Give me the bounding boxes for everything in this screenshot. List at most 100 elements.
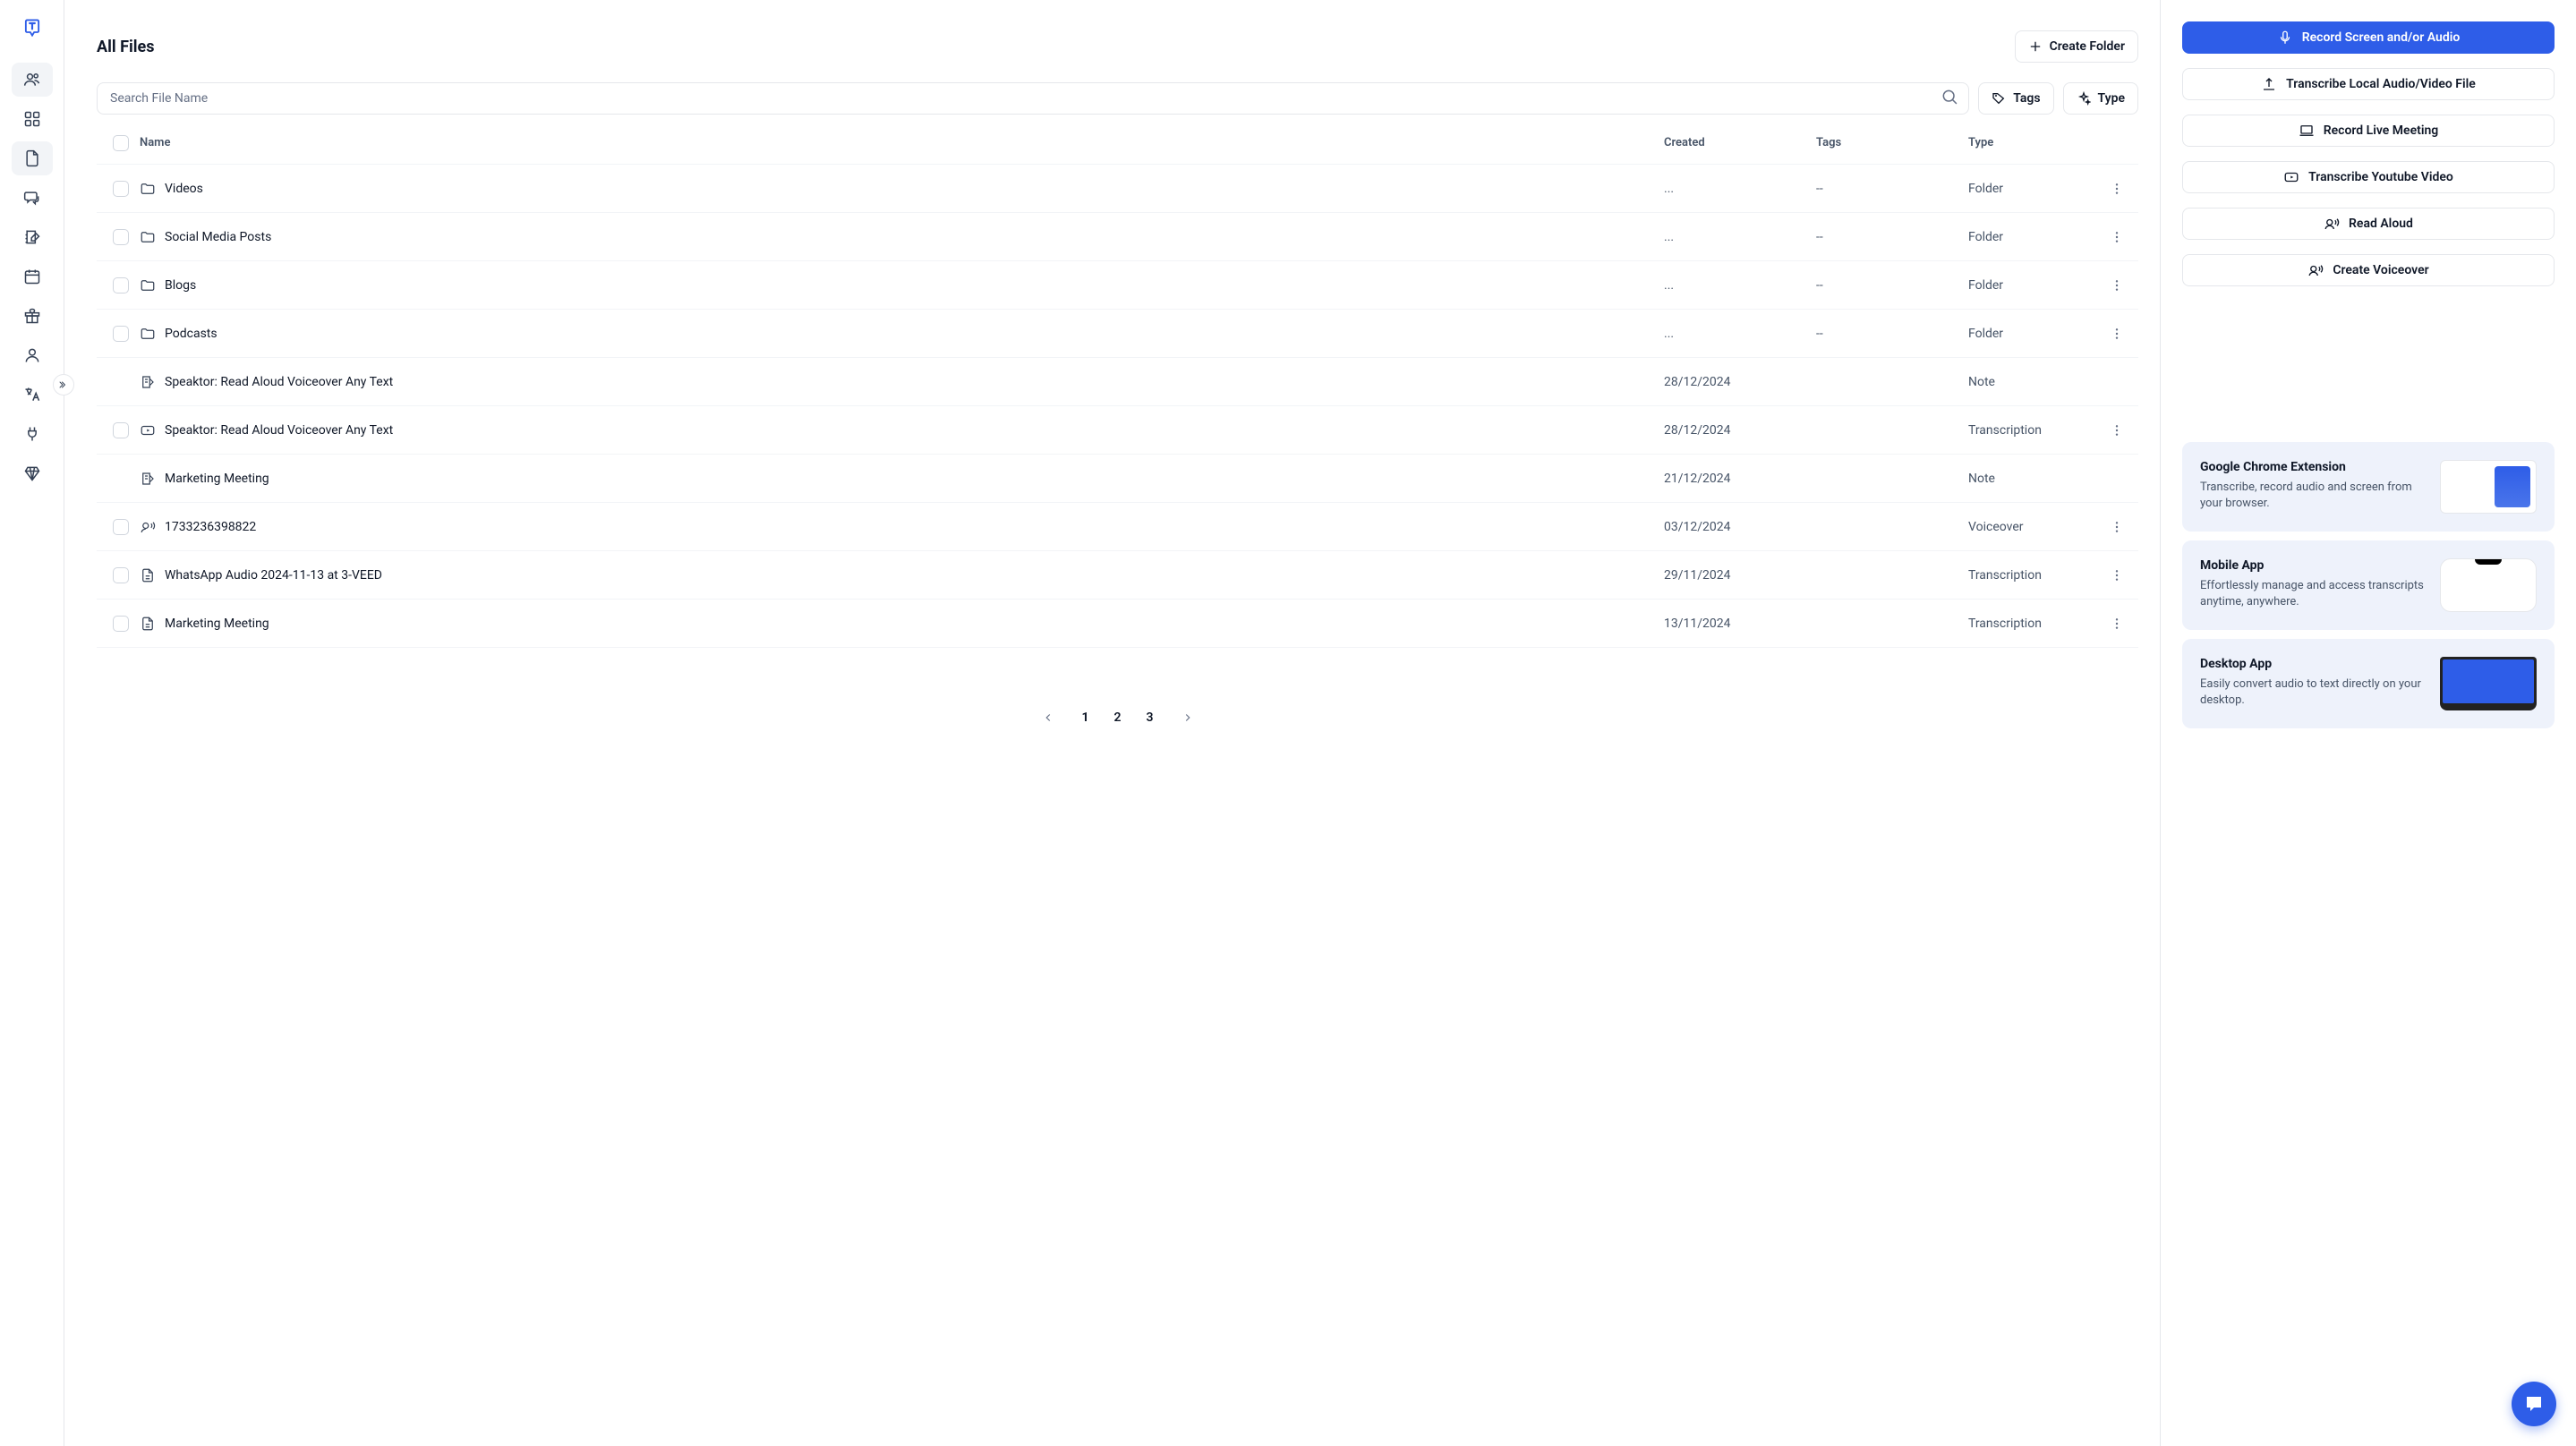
type-filter-button[interactable]: Type <box>2063 82 2138 115</box>
row-type: Voiceover <box>1968 520 2103 534</box>
table-row[interactable]: Social Media Posts...--Folder <box>97 213 2138 261</box>
table-row[interactable]: Videos...--Folder <box>97 165 2138 213</box>
row-type: Note <box>1968 375 2103 389</box>
row-more-button[interactable] <box>2103 174 2131 203</box>
chat-fab[interactable] <box>2512 1382 2556 1426</box>
table-row[interactable]: WhatsApp Audio 2024-11-13 at 3-VEED29/11… <box>97 551 2138 600</box>
row-checkbox[interactable] <box>113 277 129 293</box>
row-name: 1733236398822 <box>140 519 1664 535</box>
upload-icon <box>2261 76 2277 92</box>
row-type: Folder <box>1968 278 2103 293</box>
sidebar-item-chat[interactable] <box>12 181 53 215</box>
create-folder-button[interactable]: Create Folder <box>2015 30 2138 63</box>
table-row[interactable]: Speaktor: Read Aloud Voiceover Any Text2… <box>97 406 2138 455</box>
transcribe-local-button[interactable]: Transcribe Local Audio/Video File <box>2182 68 2555 100</box>
sidebar-item-plug[interactable] <box>12 417 53 451</box>
sidebar-item-dashboard[interactable] <box>12 102 53 136</box>
row-checkbox[interactable] <box>113 567 129 583</box>
pagination-prev[interactable] <box>1032 702 1064 734</box>
table-row[interactable]: Marketing Meeting21/12/2024Note <box>97 455 2138 503</box>
row-checkbox[interactable] <box>113 229 129 245</box>
row-name: Social Media Posts <box>140 229 1664 245</box>
row-more-button[interactable] <box>2103 319 2131 348</box>
table-row[interactable]: Speaktor: Read Aloud Voiceover Any Text2… <box>97 358 2138 406</box>
transcribe-youtube-button[interactable]: Transcribe Youtube Video <box>2182 161 2555 193</box>
youtube-icon <box>2283 169 2299 185</box>
sidebar-item-diamond[interactable] <box>12 456 53 490</box>
app-logo <box>12 4 53 52</box>
row-tags: -- <box>1816 182 1968 196</box>
promo-image <box>2440 460 2537 514</box>
sidebar-item-translate[interactable] <box>12 378 53 412</box>
row-more-button[interactable] <box>2103 513 2131 541</box>
pagination-page-3[interactable]: 3 <box>1134 702 1166 734</box>
sparkle-icon <box>2077 91 2091 106</box>
table-row[interactable]: Marketing Meeting13/11/2024Transcription <box>97 600 2138 648</box>
pagination-page-2[interactable]: 2 <box>1102 702 1134 734</box>
promo-desc: Easily convert audio to text directly on… <box>2200 676 2427 709</box>
row-more-button[interactable] <box>2103 609 2131 638</box>
record-screen-button[interactable]: Record Screen and/or Audio <box>2182 21 2555 54</box>
row-more-button[interactable] <box>2103 223 2131 251</box>
promo-card[interactable]: Google Chrome ExtensionTranscribe, recor… <box>2182 442 2555 532</box>
table-row[interactable]: Podcasts...--Folder <box>97 310 2138 358</box>
row-name: Speaktor: Read Aloud Voiceover Any Text <box>140 374 1664 390</box>
row-checkbox[interactable] <box>113 422 129 438</box>
row-type: Transcription <box>1968 423 2103 438</box>
mic-icon <box>2277 30 2293 46</box>
speak-icon <box>2324 216 2340 232</box>
type-filter-label: Type <box>2098 91 2125 106</box>
row-type: Note <box>1968 472 2103 486</box>
row-created: ... <box>1664 182 1816 196</box>
plus-icon <box>2028 39 2043 54</box>
sidebar-rail <box>0 0 64 1446</box>
tag-icon <box>1992 91 2006 106</box>
row-created: 13/11/2024 <box>1664 617 1816 631</box>
row-created: 29/11/2024 <box>1664 568 1816 583</box>
search-icon <box>1941 88 1958 109</box>
select-all-checkbox[interactable] <box>113 135 129 151</box>
promo-card[interactable]: Desktop AppEasily convert audio to text … <box>2182 639 2555 728</box>
main-content: All Files Create Folder Tags Type <box>64 0 2161 1446</box>
row-checkbox[interactable] <box>113 326 129 342</box>
row-checkbox[interactable] <box>113 519 129 535</box>
pagination-next[interactable] <box>1172 702 1204 734</box>
row-tags: -- <box>1816 327 1968 341</box>
tags-filter-button[interactable]: Tags <box>1978 82 2053 115</box>
col-tags: Tags <box>1816 136 1968 149</box>
row-type: Folder <box>1968 182 2103 196</box>
row-type: Transcription <box>1968 617 2103 631</box>
search-input[interactable] <box>97 82 1969 115</box>
row-name: Videos <box>140 181 1664 197</box>
sidebar-item-files[interactable] <box>12 141 53 175</box>
row-type: Transcription <box>1968 568 2103 583</box>
promo-desc: Effortlessly manage and access transcrip… <box>2200 578 2427 610</box>
row-created: ... <box>1664 278 1816 293</box>
promo-image <box>2440 657 2537 710</box>
files-table: Name Created Tags Type Videos...--Folder… <box>97 122 2138 648</box>
create-voiceover-button[interactable]: Create Voiceover <box>2182 254 2555 286</box>
promo-card[interactable]: Mobile AppEffortlessly manage and access… <box>2182 540 2555 630</box>
row-more-button[interactable] <box>2103 561 2131 590</box>
row-name: Speaktor: Read Aloud Voiceover Any Text <box>140 422 1664 438</box>
sidebar-item-notes[interactable] <box>12 220 53 254</box>
table-row[interactable]: 173323639882203/12/2024Voiceover <box>97 503 2138 551</box>
table-row[interactable]: Blogs...--Folder <box>97 261 2138 310</box>
read-aloud-button[interactable]: Read Aloud <box>2182 208 2555 240</box>
sidebar-item-profile[interactable] <box>12 338 53 372</box>
pagination: 123 <box>97 702 2138 734</box>
sidebar-expand-button[interactable] <box>53 374 74 396</box>
row-more-button[interactable] <box>2103 416 2131 445</box>
row-checkbox[interactable] <box>113 616 129 632</box>
promo-desc: Transcribe, record audio and screen from… <box>2200 480 2427 512</box>
row-tags: -- <box>1816 278 1968 293</box>
record-meeting-button[interactable]: Record Live Meeting <box>2182 115 2555 147</box>
row-created: 21/12/2024 <box>1664 472 1816 486</box>
pagination-page-1[interactable]: 1 <box>1070 702 1102 734</box>
row-more-button[interactable] <box>2103 271 2131 300</box>
sidebar-item-people[interactable] <box>12 63 53 97</box>
col-name: Name <box>140 136 1664 149</box>
row-checkbox[interactable] <box>113 181 129 197</box>
sidebar-item-calendar[interactable] <box>12 259 53 293</box>
sidebar-item-gift[interactable] <box>12 299 53 333</box>
